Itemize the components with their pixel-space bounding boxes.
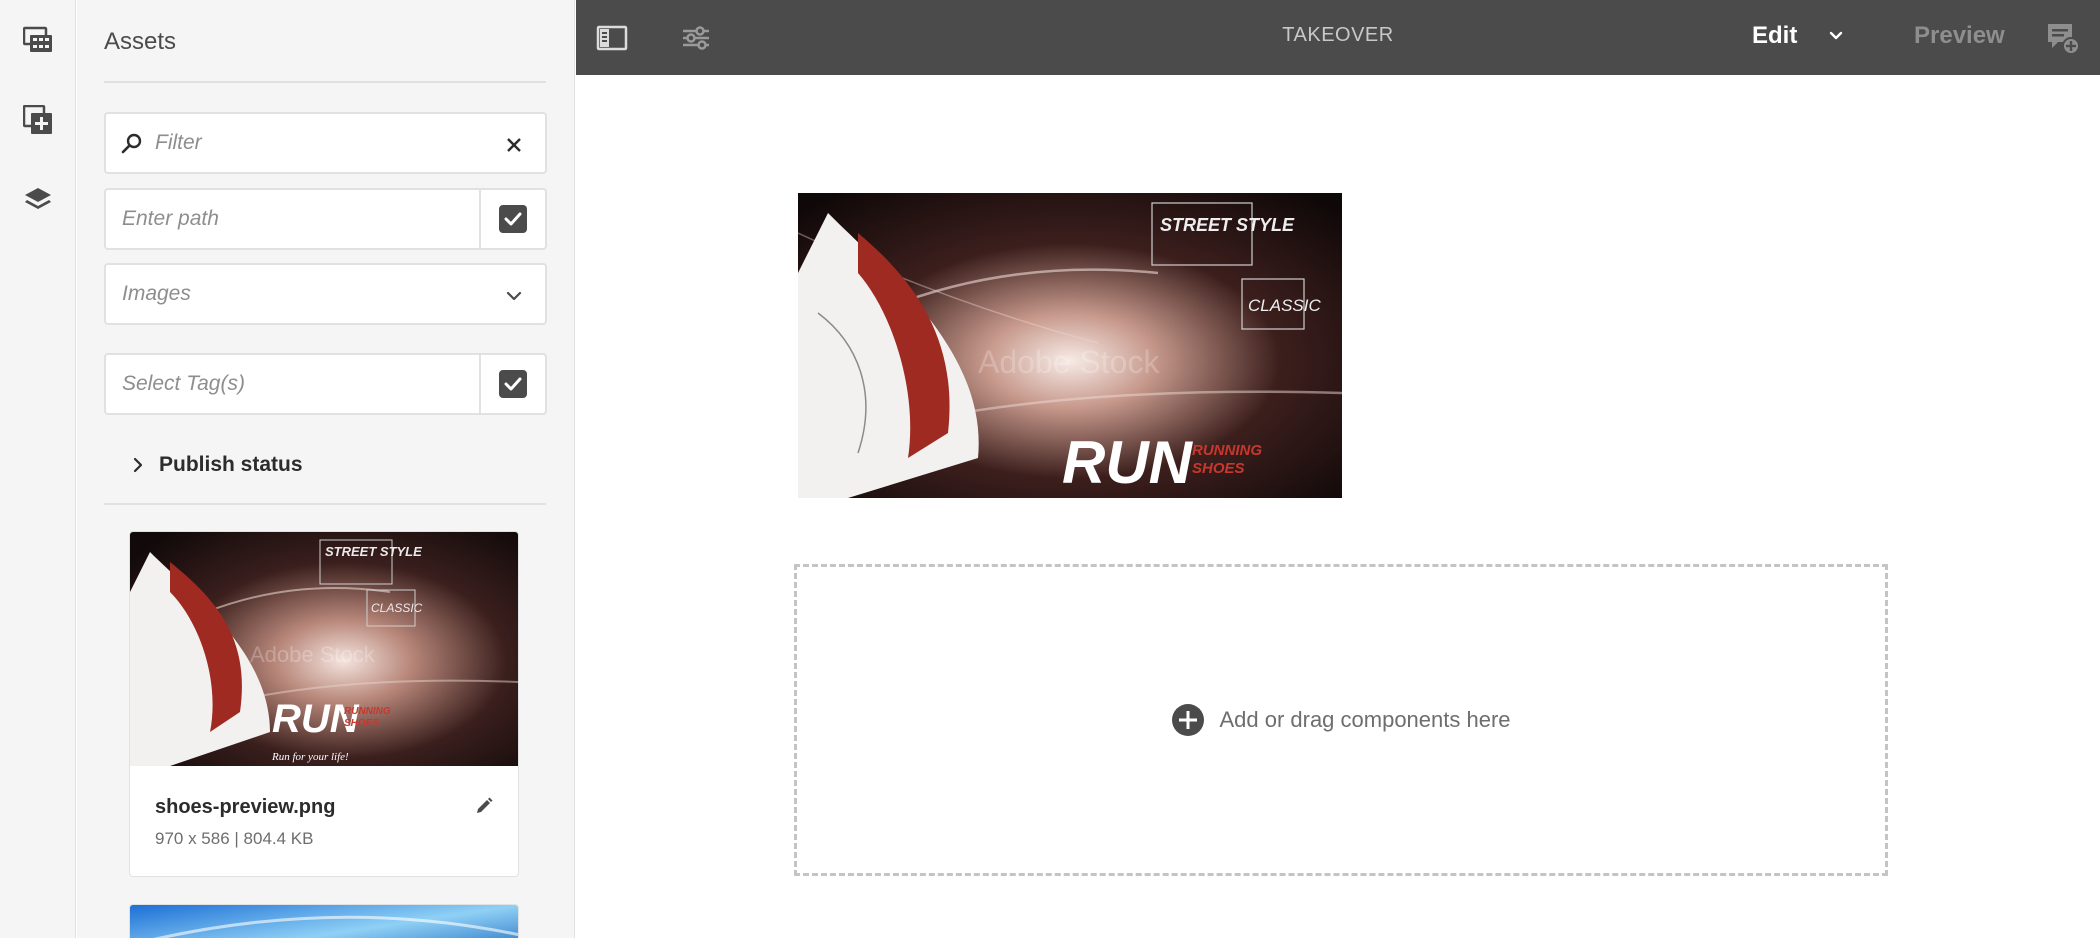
component-dropzone[interactable]: Add or drag components here [794,564,1888,876]
chevron-right-icon [133,457,143,473]
side-rail [0,0,76,938]
tags-input[interactable]: Select Tag(s) [122,372,245,396]
mode-selector[interactable]: Edit [1752,22,1797,50]
hero-watermark-text: Adobe Stock [978,344,1160,380]
add-component[interactable]: Add or drag components here [1171,703,1511,737]
asset-type-value: Images [122,282,191,305]
hero-image[interactable]: STREET STYLE CLASSIC Adobe Stock RUN RUN… [798,193,1342,498]
asset-name: shoes-preview.png [155,796,336,818]
thumb-watermark-text: Adobe Stock [250,642,376,667]
asset-thumbnail: STREET STYLE CLASSIC Adobe Stock RUN RUN… [130,532,518,766]
tags-picker-button[interactable] [479,355,545,413]
clear-icon[interactable] [503,134,525,156]
assets-icon [23,26,52,52]
chevron-down-icon[interactable] [1826,26,1846,46]
thumb-shoes-text: SHOES [344,718,379,729]
asset-type-select[interactable]: Images [104,263,547,325]
hero-classic-text: CLASSIC [1248,296,1321,315]
panel-title: Assets [104,28,177,55]
divider [104,81,546,83]
rail-components-button[interactable] [10,92,66,148]
asset-card[interactable]: STREET STYLE CLASSIC Adobe Stock RUN RUN… [129,531,519,877]
preview-button[interactable]: Preview [1914,22,2005,50]
publish-status-label: Publish status [159,453,303,476]
filter-input[interactable]: Filter [155,131,202,155]
editor-toolbar: TAKEOVER Edit Preview [576,0,2100,75]
divider [104,503,546,505]
annotate-icon[interactable] [2044,20,2080,56]
thumb-classic-text: CLASSIC [371,601,423,615]
layers-icon [25,188,51,209]
thumb-street-text: STREET STYLE [325,544,422,559]
page-canvas: STREET STYLE CLASSIC Adobe Stock RUN RUN… [576,75,2100,938]
side-panel-icon [596,25,628,51]
page-properties-button[interactable] [676,18,716,58]
asset-meta: 970 x 586 | 804.4 KB [155,829,314,848]
asset-thumbnail [130,905,518,938]
path-field[interactable]: Enter path [104,188,547,250]
hero-street-text: STREET STYLE [1160,215,1295,235]
path-browse-button[interactable] [479,190,545,248]
pencil-icon[interactable] [474,796,494,816]
add-circle-icon [1172,704,1205,736]
hero-run-text: RUN [1062,429,1194,496]
filter-field[interactable]: Filter [104,112,547,174]
rail-content-tree-button[interactable] [10,172,66,228]
components-icon [23,105,52,134]
thumb-tagline-text: Run for your life! [271,751,349,763]
search-icon [121,133,142,154]
toggle-side-panel-button[interactable] [592,18,632,58]
thumb-running-text: RUNNING [344,706,391,717]
rail-assets-button[interactable] [10,12,66,68]
checkbox-icon [499,205,527,233]
page-title: TAKEOVER [1282,24,1394,46]
assets-panel: Assets Filter Enter path Images Select T… [77,0,575,938]
path-input[interactable]: Enter path [122,207,219,231]
dropzone-label: Add or drag components here [1219,707,1511,732]
chevron-down-icon [506,291,522,301]
checkbox-icon [499,370,527,398]
hero-running-text: RUNNING [1192,442,1262,459]
publish-status-toggle[interactable]: Publish status [129,450,303,480]
hero-shoes-text: SHOES [1192,460,1245,477]
page-properties-icon [683,26,709,50]
asset-card[interactable] [129,904,519,938]
tags-field[interactable]: Select Tag(s) [104,353,547,415]
